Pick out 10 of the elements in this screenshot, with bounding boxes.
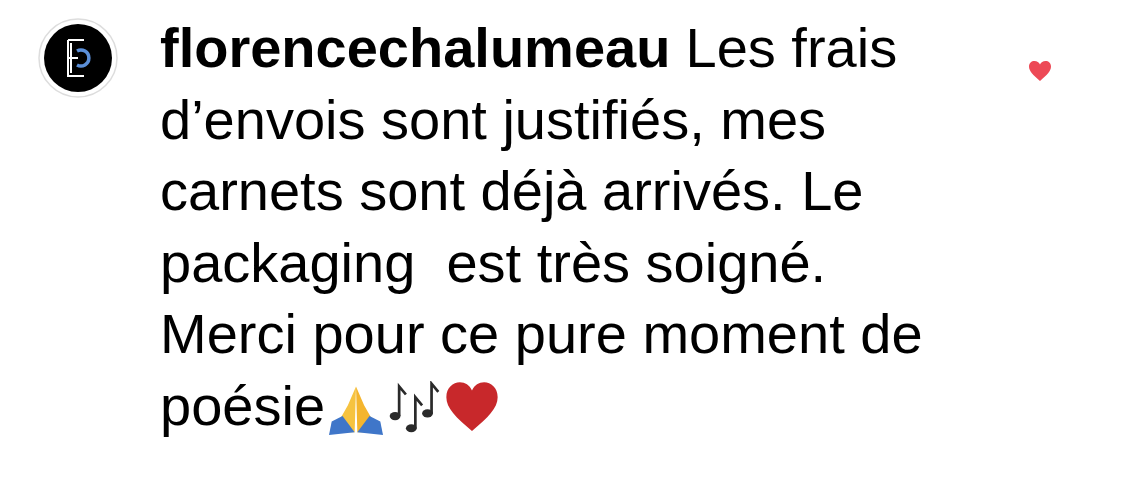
- username[interactable]: florencechalumeau: [160, 16, 671, 79]
- comment-text: poésie: [160, 373, 326, 437]
- like-heart-icon[interactable]: [1028, 60, 1052, 82]
- avatar-logo-icon[interactable]: [38, 18, 118, 98]
- comment-text: Merci pour ce pure moment de: [160, 302, 923, 365]
- comment-text: Les frais: [685, 16, 898, 79]
- comment-text: packaging est très soigné.: [160, 230, 827, 294]
- comment-text: d’envois sont justifiés, mes: [160, 87, 827, 151]
- comment-text: carnets sont déjà arrivés. Le: [160, 159, 864, 222]
- music-notes-icon: [387, 380, 442, 435]
